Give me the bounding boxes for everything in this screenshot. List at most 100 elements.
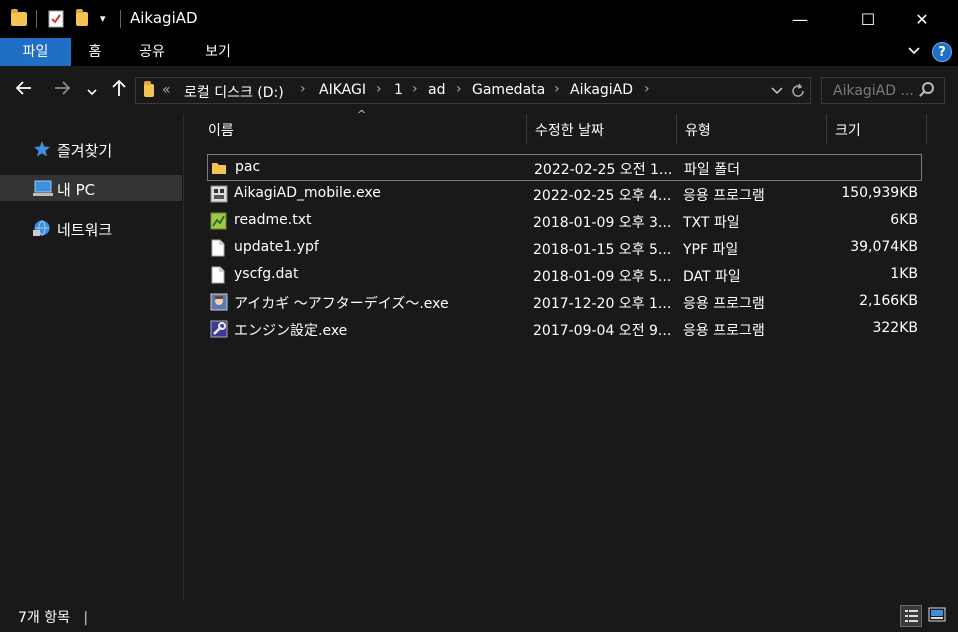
back-button[interactable]	[14, 78, 34, 103]
file-modified: 2022-02-25 오후 4...	[533, 188, 672, 204]
breadcrumb-ad[interactable]: ad	[428, 82, 445, 98]
search-icon[interactable]	[922, 82, 934, 94]
address-history-button[interactable]	[770, 85, 784, 101]
column-divider[interactable]	[526, 114, 527, 144]
chevron-right-icon[interactable]: ›	[300, 81, 306, 97]
large-icons-view-icon	[928, 607, 946, 622]
search-box[interactable]: AikagiAD ...	[821, 77, 945, 104]
file-type: 응용 프로그램	[683, 188, 765, 204]
address-bar[interactable]: « 로컬 디스크 (D:) › AIKAGI › 1 › ad › Gameda…	[135, 77, 811, 104]
back-arrow-icon	[15, 81, 31, 95]
divider	[36, 10, 37, 28]
chevron-down-icon	[771, 87, 783, 95]
folder-icon	[144, 81, 154, 97]
file-row-yscfg[interactable]: yscfg.dat 2018-01-09 오후 5... DAT 파일 1KB	[207, 262, 922, 289]
maximize-icon: ☐	[860, 9, 876, 29]
file-row-update1[interactable]: update1.ypf 2018-01-15 오후 5... YPF 파일 39…	[207, 235, 922, 262]
customize-toolbar-icon[interactable]: ▾	[100, 12, 106, 25]
file-modified: 2018-01-09 오후 5...	[533, 269, 672, 285]
file-row-engine-settings[interactable]: エンジン設定.exe 2017-09-04 오전 9... 응용 프로그램 32…	[207, 316, 922, 343]
title-bar: ▾ AikagiAD — ☐ ✕	[0, 0, 958, 38]
recent-locations-button[interactable]	[86, 82, 98, 103]
file-modified: 2017-12-20 오후 1...	[533, 296, 672, 312]
address-row: « 로컬 디스크 (D:) › AIKAGI › 1 › ad › Gameda…	[0, 66, 958, 114]
file-size: 150,939KB	[841, 185, 918, 201]
sort-ascending-icon: ^	[357, 108, 367, 121]
close-icon: ✕	[915, 9, 929, 29]
file-name: pac	[235, 159, 261, 175]
tab-share[interactable]: 공유	[130, 38, 174, 66]
refresh-button[interactable]	[790, 82, 806, 104]
chevron-right-icon[interactable]: ›	[554, 81, 560, 97]
window-title: AikagiAD	[130, 9, 198, 27]
file-row-aikagi-game[interactable]: アイカギ ～アフターデイズ～.exe 2017-12-20 오후 1... 응용…	[207, 289, 922, 316]
file-size: 39,074KB	[850, 239, 918, 255]
column-header-name[interactable]: 이름	[208, 120, 234, 146]
file-name: アイカギ ～アフターデイズ～.exe	[234, 296, 449, 312]
breadcrumb-aikagi[interactable]: AIKAGI	[319, 82, 366, 98]
text-file-icon	[210, 212, 227, 230]
tab-view[interactable]: 보기	[196, 38, 240, 66]
help-button[interactable]: ?	[932, 42, 952, 62]
breadcrumb-1[interactable]: 1	[394, 82, 403, 98]
game-icon	[210, 293, 228, 311]
breadcrumb-aikagiad[interactable]: AikagiAD	[570, 82, 633, 98]
large-icons-view-button[interactable]	[927, 605, 949, 627]
file-size: 2,166KB	[859, 293, 918, 309]
minimize-button[interactable]: —	[777, 0, 823, 38]
search-input[interactable]: AikagiAD ...	[833, 83, 914, 99]
file-type: DAT 파일	[683, 269, 741, 285]
settings-app-icon	[210, 320, 228, 338]
nav-label: 내 PC	[57, 181, 96, 199]
file-row-pac[interactable]: pac 2022-02-25 오전 1... 파일 폴더	[207, 154, 922, 181]
breadcrumb-local-disk[interactable]: 로컬 디스크 (D:)	[184, 82, 284, 102]
column-header-modified[interactable]: 수정한 날짜	[535, 120, 604, 146]
chevron-right-icon[interactable]: ›	[412, 81, 418, 97]
forward-button[interactable]	[52, 78, 72, 103]
file-modified: 2018-01-15 오후 5...	[533, 242, 672, 258]
details-view-button[interactable]	[900, 605, 922, 627]
expand-ribbon-icon[interactable]	[906, 42, 922, 62]
nav-item-network[interactable]: 네트워크	[0, 215, 182, 241]
details-view-icon	[905, 610, 918, 622]
nav-item-this-pc[interactable]: 내 PC	[0, 175, 182, 201]
column-divider[interactable]	[826, 114, 827, 144]
column-header-type[interactable]: 유형	[685, 120, 711, 146]
tab-home[interactable]: 홈	[80, 38, 110, 66]
column-divider[interactable]	[926, 114, 927, 144]
chevron-right-icon[interactable]: ›	[456, 81, 462, 97]
file-icon	[210, 266, 226, 284]
ribbon-tabs: 파일 홈 공유 보기 ?	[0, 38, 958, 66]
maximize-button[interactable]: ☐	[845, 0, 891, 38]
breadcrumb-gamedata[interactable]: Gamedata	[472, 82, 545, 98]
file-modified: 2017-09-04 오전 9...	[533, 323, 672, 339]
star-icon	[33, 140, 51, 158]
column-divider[interactable]	[676, 114, 677, 144]
forward-arrow-icon	[55, 81, 71, 95]
navigation-pane: 즐겨찾기 내 PC 네트워크	[0, 114, 184, 601]
file-row-aikagiad-mobile[interactable]: AikagiAD_mobile.exe 2022-02-25 오후 4... 응…	[207, 181, 922, 208]
chevron-right-icon[interactable]: ›	[376, 81, 382, 97]
status-bar: 7개 항목 |	[0, 601, 958, 632]
item-count: 7개 항목 |	[18, 610, 89, 626]
file-name: readme.txt	[234, 212, 312, 228]
file-size: 1KB	[890, 266, 918, 282]
file-row-readme[interactable]: readme.txt 2018-01-09 오후 3... TXT 파일 6KB	[207, 208, 922, 235]
up-button[interactable]	[110, 78, 128, 103]
close-button[interactable]: ✕	[899, 0, 945, 38]
nav-label: 네트워크	[57, 221, 113, 239]
breadcrumb-overflow[interactable]: «	[162, 82, 171, 98]
chevron-down-icon	[87, 89, 97, 96]
divider	[120, 10, 121, 28]
nav-item-quick-access[interactable]: 즐겨찾기	[0, 136, 182, 162]
file-name: yscfg.dat	[234, 266, 299, 282]
file-list: ^ 이름 수정한 날짜 유형 크기 pac 2022-02-25 오전 1...…	[185, 108, 958, 601]
chevron-right-icon[interactable]: ›	[644, 81, 650, 97]
folder-icon	[211, 159, 227, 177]
network-icon	[33, 219, 51, 237]
column-header-size[interactable]: 크기	[835, 120, 861, 146]
properties-icon[interactable]	[48, 10, 64, 28]
file-name: AikagiAD_mobile.exe	[234, 185, 381, 201]
nav-label: 즐겨찾기	[57, 142, 113, 160]
tab-file[interactable]: 파일	[0, 38, 71, 66]
